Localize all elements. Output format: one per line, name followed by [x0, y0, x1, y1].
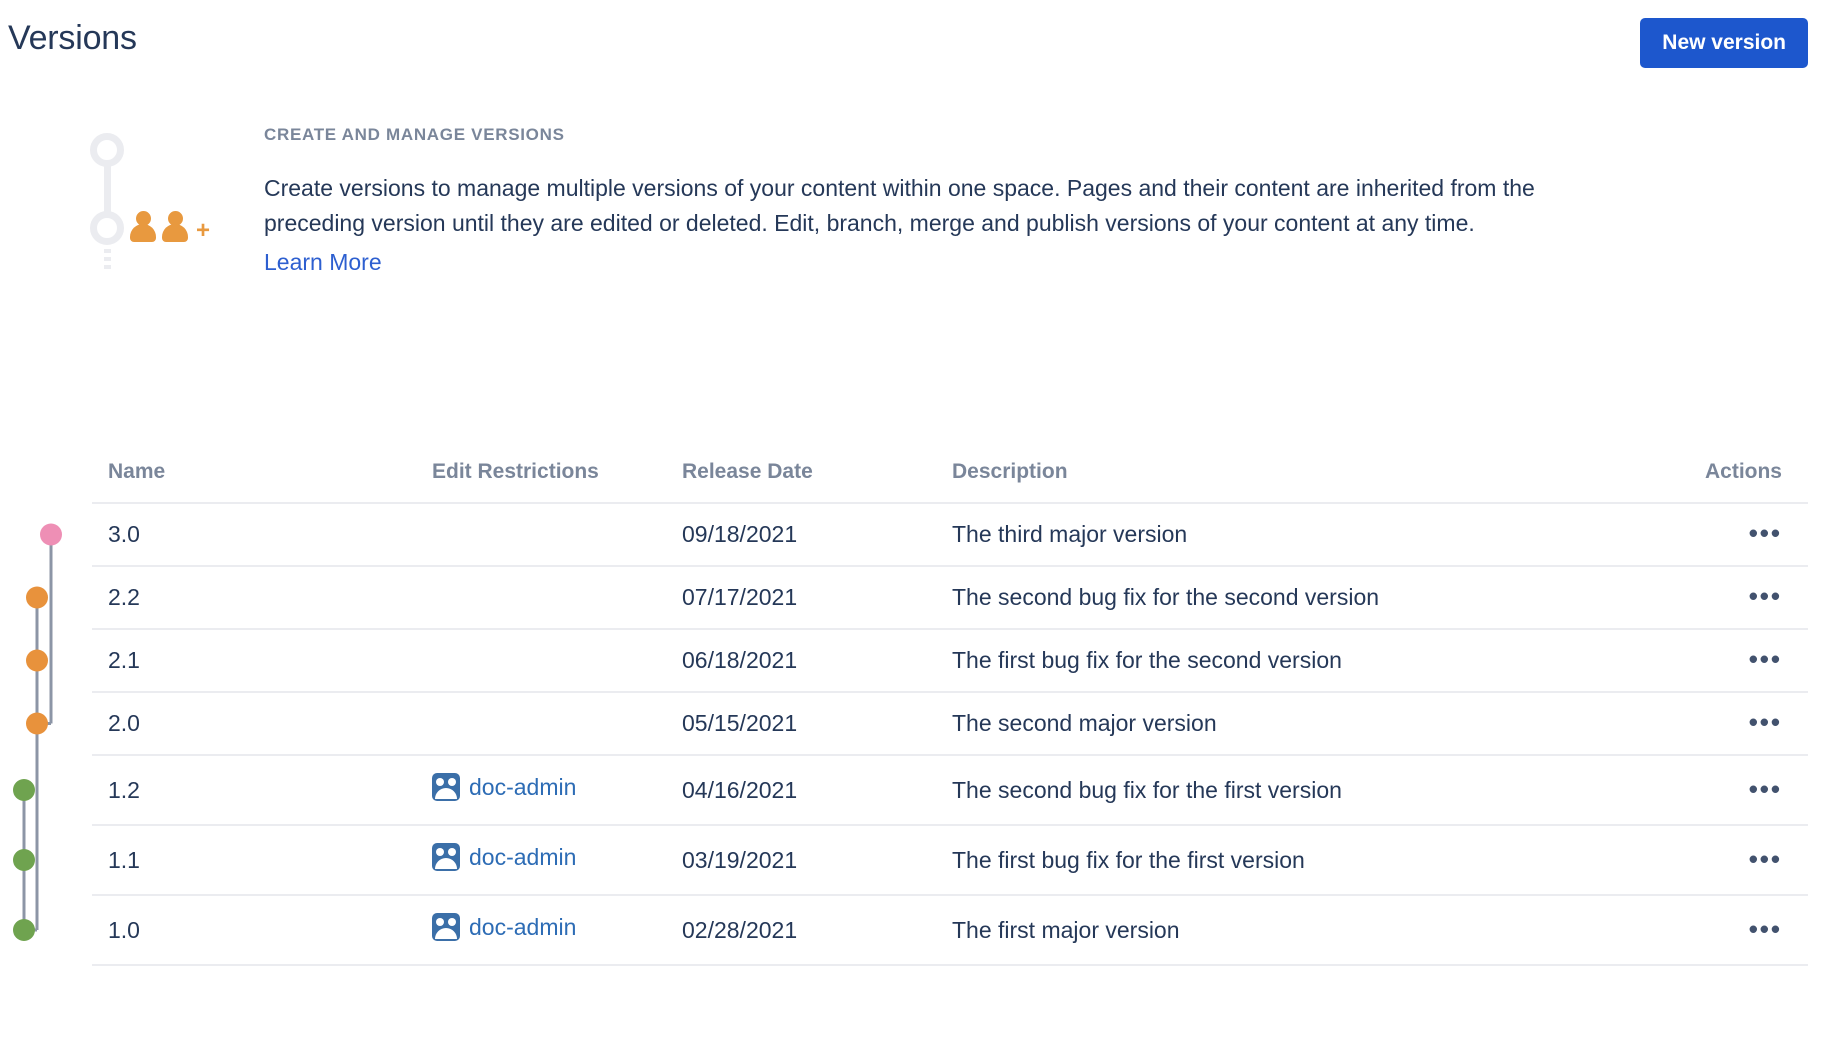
cell-description: The second major version — [952, 692, 1648, 756]
cell-description: The first major version — [952, 895, 1648, 966]
row-actions-menu-icon[interactable]: ••• — [1749, 916, 1782, 942]
intro-text: CREATE AND MANAGE VERSIONS Create versio… — [264, 125, 1599, 280]
new-version-button[interactable]: New version — [1640, 18, 1808, 68]
versions-table: Name Edit Restrictions Release Date Desc… — [92, 450, 1808, 966]
row-actions-menu-icon[interactable]: ••• — [1749, 846, 1782, 872]
row-actions-menu-icon[interactable]: ••• — [1749, 520, 1782, 546]
row-actions-menu-icon[interactable]: ••• — [1749, 646, 1782, 672]
row-actions-menu-icon[interactable]: ••• — [1749, 709, 1782, 735]
table-row[interactable]: 2.0 05/15/2021 The second major version ••• — [92, 692, 1808, 756]
cell-edit-restrictions: doc-admin — [432, 895, 682, 966]
table-row[interactable]: 2.2 07/17/2021 The second bug fix for the … — [92, 566, 1808, 630]
cell-edit-restrictions — [432, 692, 682, 756]
group-people-icon — [432, 913, 460, 941]
row-actions-menu-icon[interactable]: ••• — [1749, 776, 1782, 802]
versions-page: Versions New version + CREATE AND MANAGE… — [0, 0, 1832, 1050]
cell-release-date: 09/18/2021 — [682, 503, 952, 567]
graph-node-1-0[interactable] — [13, 919, 35, 941]
illustration-circle-top — [90, 133, 124, 167]
learn-more-link[interactable]: Learn More — [264, 245, 382, 280]
cell-actions: ••• — [1648, 755, 1808, 826]
graph-node-2-0[interactable] — [26, 712, 48, 735]
intro-section: + CREATE AND MANAGE VERSIONS Create vers… — [0, 125, 1808, 285]
restriction-group-name: doc-admin — [469, 773, 577, 800]
cell-description: The second bug fix for the first version — [952, 755, 1648, 826]
cell-version-name: 3.0 — [92, 503, 432, 567]
cell-release-date: 04/16/2021 — [682, 755, 952, 826]
cell-actions: ••• — [1648, 895, 1808, 966]
table-row[interactable]: 2.1 06/18/2021 The first bug fix for the s… — [92, 629, 1808, 693]
cell-actions: ••• — [1648, 566, 1808, 630]
version-graph — [13, 523, 62, 941]
graph-node-2-2[interactable] — [26, 586, 48, 609]
table-body: 3.0 09/18/2021 The third major version ••• 2… — [92, 503, 1808, 966]
page-title: Versions — [8, 19, 137, 57]
cell-description: The second bug fix for the second versio… — [952, 566, 1648, 630]
cell-actions: ••• — [1648, 503, 1808, 567]
column-header-description[interactable]: Description — [952, 450, 1648, 504]
column-header-name[interactable]: Name — [92, 450, 432, 504]
cell-version-name: 1.2 — [92, 755, 432, 826]
illustration-dotted-line — [104, 249, 111, 271]
column-header-actions: Actions — [1648, 450, 1808, 504]
graph-node-1-2[interactable] — [13, 779, 35, 801]
illustration-connector-line — [104, 165, 111, 217]
cell-release-date: 03/19/2021 — [682, 825, 952, 896]
column-header-release-date[interactable]: Release Date — [682, 450, 952, 504]
row-actions-menu-icon[interactable]: ••• — [1749, 583, 1782, 609]
cell-actions: ••• — [1648, 629, 1808, 693]
group-people-icon — [432, 843, 460, 871]
cell-description: The first bug fix for the first version — [952, 825, 1648, 896]
restriction-group-name: doc-admin — [469, 843, 577, 870]
table-row[interactable]: 1.0 doc-admin 02/28/2021 The first major ve… — [92, 895, 1808, 966]
cell-edit-restrictions: doc-admin — [432, 825, 682, 896]
restriction-group-chip[interactable]: doc-admin — [432, 843, 576, 871]
versions-people-add-icon: + — [84, 125, 264, 285]
cell-release-date: 07/17/2021 — [682, 566, 952, 630]
person-icon-2 — [162, 211, 188, 242]
cell-actions: ••• — [1648, 825, 1808, 896]
intro-body: Create versions to manage multiple versi… — [264, 175, 1535, 236]
table-row[interactable]: 1.1 doc-admin 03/19/2021 The first bug fix … — [92, 825, 1808, 896]
cell-edit-restrictions — [432, 503, 682, 567]
cell-release-date: 05/15/2021 — [682, 692, 952, 756]
restriction-group-name: doc-admin — [469, 913, 577, 940]
column-header-edit-restrictions[interactable]: Edit Restrictions — [432, 450, 682, 504]
cell-version-name: 1.1 — [92, 825, 432, 896]
group-people-icon — [432, 773, 460, 801]
cell-version-name: 2.1 — [92, 629, 432, 693]
table-header-row: Name Edit Restrictions Release Date Desc… — [92, 450, 1808, 504]
cell-description: The first bug fix for the second version — [952, 629, 1648, 693]
intro-eyebrow: CREATE AND MANAGE VERSIONS — [264, 125, 565, 144]
cell-release-date: 02/28/2021 — [682, 895, 952, 966]
graph-node-3-0[interactable] — [40, 523, 62, 546]
cell-description: The third major version — [952, 503, 1648, 567]
graph-node-1-1[interactable] — [13, 849, 35, 871]
person-icon-1 — [130, 211, 156, 242]
table-row[interactable]: 1.2 doc-admin 04/16/2021 The second bug fix… — [92, 755, 1808, 826]
graph-node-2-1[interactable] — [26, 649, 48, 672]
page-header: Versions New version — [0, 0, 1832, 90]
illustration-circle-mid — [90, 211, 124, 245]
plus-icon: + — [196, 217, 211, 244]
cell-release-date: 06/18/2021 — [682, 629, 952, 693]
restriction-group-chip[interactable]: doc-admin — [432, 773, 576, 801]
table-head: Name Edit Restrictions Release Date Desc… — [92, 450, 1808, 504]
cell-version-name: 1.0 — [92, 895, 432, 966]
cell-edit-restrictions — [432, 629, 682, 693]
table-row[interactable]: 3.0 09/18/2021 The third major version ••• — [92, 503, 1808, 567]
versions-table-wrap: Name Edit Restrictions Release Date Desc… — [92, 450, 1808, 966]
cell-version-name: 2.0 — [92, 692, 432, 756]
cell-edit-restrictions: doc-admin — [432, 755, 682, 826]
cell-actions: ••• — [1648, 692, 1808, 756]
cell-edit-restrictions — [432, 566, 682, 630]
restriction-group-chip[interactable]: doc-admin — [432, 913, 576, 941]
cell-version-name: 2.2 — [92, 566, 432, 630]
